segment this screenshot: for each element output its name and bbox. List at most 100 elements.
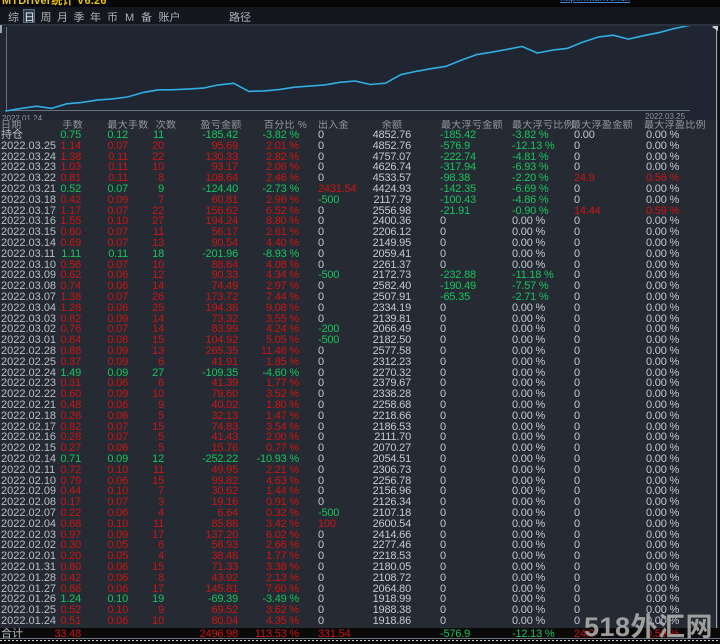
- cell-max_float_profit: 0: [574, 152, 642, 163]
- cell-max_float_loss: 0: [440, 497, 510, 508]
- cell-max_float_profit: 14.44: [574, 206, 642, 217]
- cell-max_float_loss: 0: [440, 573, 510, 584]
- cell-max_float_loss: 0: [440, 432, 510, 443]
- cell-max_float_loss: 0: [440, 314, 510, 325]
- cell-max_float_profit: 0: [574, 497, 642, 508]
- menu-separator: [0, 24, 720, 26]
- column-header-pnl_pct[interactable]: 百分比 %: [263, 120, 308, 129]
- menu-item-9[interactable]: 备: [141, 10, 152, 24]
- cell-max_float_profit: 0: [574, 314, 642, 325]
- cell-max_float_profit: 0: [574, 422, 642, 433]
- column-header-max_float_loss[interactable]: 最大浮亏金额: [441, 120, 503, 129]
- cell-max_float_loss: 0: [440, 616, 510, 627]
- cell-balance: 1918.86: [341, 616, 411, 627]
- column-header-max_lots[interactable]: 最大手数: [104, 120, 152, 129]
- cell-max_float_loss: -21.91: [440, 206, 510, 217]
- menu-item-1[interactable]: 综: [8, 10, 19, 24]
- cell-max_float_profit: 0: [574, 573, 642, 584]
- column-header-balance[interactable]: 余额: [376, 120, 408, 129]
- column-header-max_float_profit[interactable]: 最大浮盈金额: [571, 120, 631, 129]
- column-header-cash_flow[interactable]: 出入金: [318, 120, 352, 129]
- menu-item-2[interactable]: 日: [23, 9, 35, 23]
- column-header-lots[interactable]: 手数: [41, 120, 83, 129]
- column-header-pnl[interactable]: 盈亏金额: [198, 120, 244, 129]
- cell-max_float_profit: 0: [574, 411, 642, 422]
- watermark: 518外汇网: [584, 605, 713, 644]
- cell-max_float_profit: 0: [574, 260, 642, 271]
- cell-max_float_loss: 0: [440, 562, 510, 573]
- cell-max_float_loss: 0: [440, 249, 510, 260]
- app-window: MTDriver统计 V6.26 http://mtdriver.cn 综日周月…: [0, 0, 720, 644]
- cell-max_float_loss: 0: [440, 540, 510, 551]
- cell-max_float_profit: 0: [574, 303, 642, 314]
- cell-max_float_profit: 0: [574, 486, 642, 497]
- website-link[interactable]: http://mtdriver.cn: [560, 0, 630, 4]
- cell-max_float_loss: 0: [440, 346, 510, 357]
- column-header-max_float_profit_pct[interactable]: 最大浮盈比例: [644, 120, 714, 129]
- cell-trades: 10: [124, 616, 164, 627]
- cell-max_float_loss: 0: [440, 476, 510, 487]
- cell-max_float_profit: 0: [574, 270, 642, 281]
- cell-max_float_loss: 0: [440, 389, 510, 400]
- cell-max_float_loss_pct: 0.00 %: [512, 616, 572, 627]
- cell-max_float_loss: 0: [440, 422, 510, 433]
- cell-max_float_profit: 0: [574, 238, 642, 249]
- cell-max_float_profit: 0: [574, 551, 642, 562]
- cell-max_float_profit: 0: [574, 346, 642, 357]
- cell-max_float_loss: 0: [440, 443, 510, 454]
- cell-max_float_loss: 0: [440, 411, 510, 422]
- menu-item-11[interactable]: 路径: [229, 10, 251, 24]
- cell-max_float_profit: 0: [574, 540, 642, 551]
- cell-max_float_profit: 0: [574, 378, 642, 389]
- cell-max_lots: 0.06: [88, 616, 128, 627]
- cell-max_float_profit: 0: [574, 443, 642, 454]
- left-edge-tick: [0, 25, 2, 33]
- cell-max_float_loss: 0: [440, 486, 510, 497]
- cell-max_float_profit: 0: [574, 454, 642, 465]
- cell-max_float_loss: 0: [440, 530, 510, 541]
- menu-item-10[interactable]: 账户: [159, 10, 181, 24]
- cell-max_float_loss: 0: [440, 400, 510, 411]
- cell-lots: 33.48: [41, 629, 81, 640]
- cell-max_float_profit: 0: [574, 584, 642, 595]
- cell-max_float_profit: 0: [574, 400, 642, 411]
- menu-item-4[interactable]: 月: [57, 10, 68, 24]
- menu-item-6[interactable]: 年: [90, 10, 101, 24]
- cell-max_float_profit: 0: [574, 562, 642, 573]
- cell-max_float_profit: 0: [574, 216, 642, 227]
- cell-max_float_loss: 0: [440, 335, 510, 346]
- cell-max_float_profit: 0: [574, 389, 642, 400]
- cell-max_float_loss: 0: [440, 519, 510, 530]
- cell-max_float_loss: 0: [440, 378, 510, 389]
- title-bar: MTDriver统计 V6.26 http://mtdriver.cn: [0, 0, 720, 7]
- menu-item-5[interactable]: 季: [74, 10, 85, 24]
- stats-table: 日期手数最大手数次数盈亏金额百分比 %出入金余额最大浮亏金额最大浮亏比例最大浮盈…: [0, 120, 720, 628]
- cell-max_float_profit: 0: [574, 368, 642, 379]
- cell-max_float_profit: 0: [574, 508, 642, 519]
- menu-item-7[interactable]: 币: [107, 10, 118, 24]
- menu-item-3[interactable]: 周: [41, 10, 52, 24]
- equity-curve: [0, 26, 720, 120]
- equity-chart: 2022.01.24 2022.03.25: [0, 26, 720, 120]
- cell-max_float_profit: 0: [574, 227, 642, 238]
- column-header-trades[interactable]: 次数: [153, 120, 179, 129]
- cell-max_float_loss: -65.35: [440, 292, 510, 303]
- cell-max_float_loss: 0: [440, 584, 510, 595]
- cell-max_float_profit: 0: [574, 519, 642, 530]
- cell-lots: 0.51: [41, 616, 81, 627]
- cell-max_float_loss: 0: [440, 216, 510, 227]
- menu-item-8[interactable]: M: [125, 10, 134, 24]
- app-title: MTDriver统计 V6.26: [2, 0, 107, 7]
- cell-max_float_profit: 0: [574, 432, 642, 443]
- cell-max_float_loss: 0: [440, 594, 510, 605]
- cell-max_float_profit: 0: [574, 357, 642, 368]
- cell-max_float_loss_pct: -12.13 %: [512, 629, 572, 640]
- cell-cash_flow: 331.54: [318, 629, 382, 640]
- cell-max_float_loss: 0: [440, 508, 510, 519]
- cell-pnl_pct: 4.35 %: [229, 616, 299, 627]
- cell-max_float_loss: 0: [440, 238, 510, 249]
- cell-max_float_loss: 0: [440, 454, 510, 465]
- cell-max_float_loss: 0: [440, 357, 510, 368]
- column-header-max_float_loss_pct[interactable]: 最大浮亏比例: [512, 120, 570, 129]
- scrollbar-track-edge[interactable]: [716, 24, 717, 640]
